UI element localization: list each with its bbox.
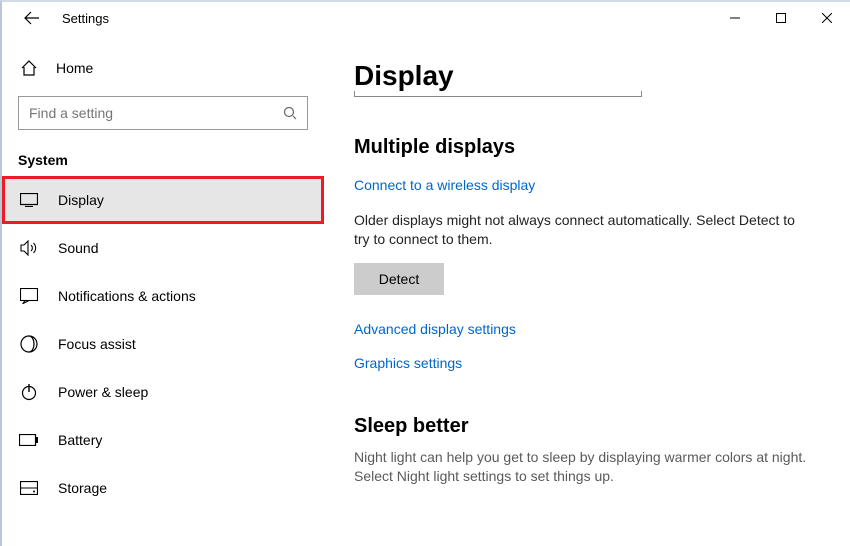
- nav-list: Display Sound Notifications & actions: [2, 176, 324, 512]
- search-box[interactable]: [18, 96, 308, 130]
- storage-icon: [18, 481, 40, 495]
- sidebar: Home System Display: [2, 34, 324, 546]
- sidebar-item-label: Power & sleep: [58, 384, 148, 400]
- close-button[interactable]: [804, 2, 850, 34]
- back-button[interactable]: [18, 4, 46, 32]
- sidebar-item-label: Notifications & actions: [58, 288, 196, 304]
- arrow-left-icon: [24, 10, 40, 26]
- minimize-icon: [730, 13, 740, 23]
- notifications-icon: [18, 288, 40, 304]
- sidebar-item-focus-assist[interactable]: Focus assist: [2, 320, 324, 368]
- battery-icon: [18, 434, 40, 446]
- sidebar-item-label: Sound: [58, 240, 98, 256]
- sleep-paragraph: Night light can help you get to sleep by…: [354, 448, 814, 486]
- maximize-button[interactable]: [758, 2, 804, 34]
- power-icon: [18, 383, 40, 401]
- maximize-icon: [776, 13, 786, 23]
- sidebar-item-power-sleep[interactable]: Power & sleep: [2, 368, 324, 416]
- sidebar-item-notifications[interactable]: Notifications & actions: [2, 272, 324, 320]
- focus-assist-icon: [18, 335, 40, 353]
- sidebar-item-display[interactable]: Display: [2, 176, 324, 224]
- search-icon: [283, 106, 297, 120]
- title-underline: [354, 91, 642, 97]
- home-button[interactable]: Home: [2, 50, 324, 86]
- display-icon: [18, 193, 40, 207]
- home-label: Home: [56, 60, 93, 76]
- sound-icon: [18, 240, 40, 256]
- home-icon: [18, 59, 40, 77]
- sidebar-item-label: Focus assist: [58, 336, 136, 352]
- window-title: Settings: [62, 11, 109, 26]
- close-icon: [822, 13, 832, 23]
- minimize-button[interactable]: [712, 2, 758, 34]
- section-multiple-displays: Multiple displays: [354, 136, 820, 159]
- sidebar-item-battery[interactable]: Battery: [2, 416, 324, 464]
- link-graphics-settings[interactable]: Graphics settings: [354, 355, 820, 371]
- main-content: Display Multiple displays Connect to a w…: [324, 34, 850, 546]
- detect-button[interactable]: Detect: [354, 263, 444, 295]
- category-label: System: [2, 130, 324, 176]
- section-sleep-better: Sleep better: [354, 415, 820, 438]
- window-controls: [712, 2, 850, 34]
- page-title: Display: [354, 60, 820, 92]
- titlebar: Settings: [2, 2, 850, 34]
- link-advanced-display[interactable]: Advanced display settings: [354, 321, 820, 337]
- sidebar-item-label: Storage: [58, 480, 107, 496]
- link-wireless-display[interactable]: Connect to a wireless display: [354, 177, 820, 193]
- sidebar-item-label: Display: [58, 192, 104, 208]
- sidebar-item-storage[interactable]: Storage: [2, 464, 324, 512]
- detect-paragraph: Older displays might not always connect …: [354, 211, 814, 249]
- sidebar-item-sound[interactable]: Sound: [2, 224, 324, 272]
- sidebar-item-label: Battery: [58, 432, 102, 448]
- search-input[interactable]: [29, 105, 283, 121]
